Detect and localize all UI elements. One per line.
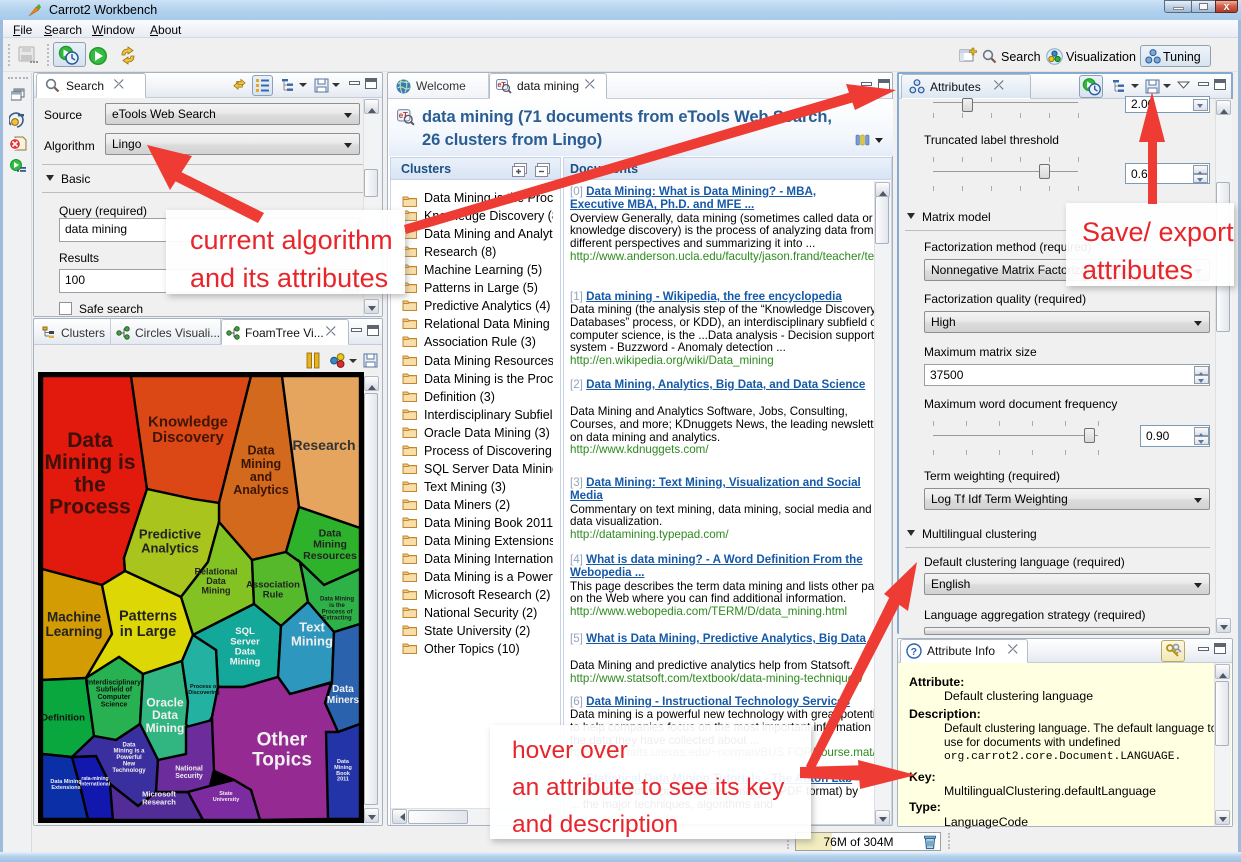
svg-text:Miners: Miners bbox=[327, 695, 360, 706]
svg-text:Mining: Mining bbox=[202, 586, 231, 596]
svg-text:Subfield of: Subfield of bbox=[96, 687, 133, 694]
svg-text:the: the bbox=[74, 474, 106, 497]
svg-text:in Large: in Large bbox=[120, 624, 176, 640]
svg-text:Mining: Mining bbox=[230, 656, 261, 667]
svg-text:is the: is the bbox=[329, 603, 345, 609]
svg-text:National: National bbox=[175, 766, 203, 773]
svg-text:Mining is a: Mining is a bbox=[113, 749, 145, 755]
svg-text:Resources: Resources bbox=[303, 550, 357, 562]
svg-text:Research: Research bbox=[142, 798, 176, 807]
svg-text:Data: Data bbox=[122, 742, 136, 748]
svg-text:Patterns: Patterns bbox=[119, 608, 177, 624]
svg-text:Relational: Relational bbox=[194, 567, 237, 577]
svg-text:Security: Security bbox=[175, 773, 203, 780]
svg-text:Process: Process bbox=[49, 496, 131, 519]
svg-text:Interdisciplinary: Interdisciplinary bbox=[87, 679, 141, 686]
svg-text:Rule: Rule bbox=[263, 589, 284, 600]
svg-text:University: University bbox=[213, 797, 241, 803]
svg-text:Discovery: Discovery bbox=[152, 429, 224, 446]
svg-text:Data: Data bbox=[67, 429, 113, 452]
svg-text:Data: Data bbox=[319, 528, 342, 540]
svg-text:Mining is: Mining is bbox=[45, 451, 136, 474]
svg-text:Other: Other bbox=[257, 730, 308, 751]
svg-text:Research: Research bbox=[292, 437, 355, 453]
svg-text:Science: Science bbox=[101, 702, 128, 709]
svg-text:Data Mining: Data Mining bbox=[320, 597, 354, 603]
svg-text:Mining: Mining bbox=[291, 633, 333, 648]
svg-text:Data: Data bbox=[206, 576, 227, 586]
svg-text:Definition: Definition bbox=[41, 712, 85, 723]
svg-text:Machine: Machine bbox=[47, 610, 102, 625]
svg-text:2011: 2011 bbox=[337, 777, 349, 783]
svg-text:Computer: Computer bbox=[97, 694, 130, 701]
svg-text:Technology: Technology bbox=[112, 768, 146, 774]
svg-text:Powerful: Powerful bbox=[116, 755, 142, 761]
svg-text:Mining: Mining bbox=[241, 457, 281, 471]
svg-text:and: and bbox=[250, 470, 272, 484]
svg-text:Learning: Learning bbox=[45, 624, 102, 639]
svg-text:Data: Data bbox=[332, 684, 354, 695]
svg-text:Data: Data bbox=[247, 444, 275, 458]
svg-text:Extracting: Extracting bbox=[322, 616, 352, 622]
svg-text:Mining: Mining bbox=[146, 721, 185, 735]
svg-text:Extensions: Extensions bbox=[51, 785, 80, 791]
svg-text:New: New bbox=[123, 762, 136, 768]
svg-text:Knowledge: Knowledge bbox=[148, 413, 228, 430]
svg-text:Discovering: Discovering bbox=[188, 690, 219, 696]
svg-text:international: international bbox=[80, 781, 111, 787]
svg-text:eT: eT bbox=[498, 82, 507, 89]
svg-text:Analytics: Analytics bbox=[233, 483, 289, 497]
svg-text:?: ? bbox=[911, 646, 917, 658]
svg-text:Process of: Process of bbox=[322, 609, 354, 615]
svg-text:Analytics: Analytics bbox=[141, 540, 199, 555]
svg-text:Topics: Topics bbox=[252, 750, 312, 771]
